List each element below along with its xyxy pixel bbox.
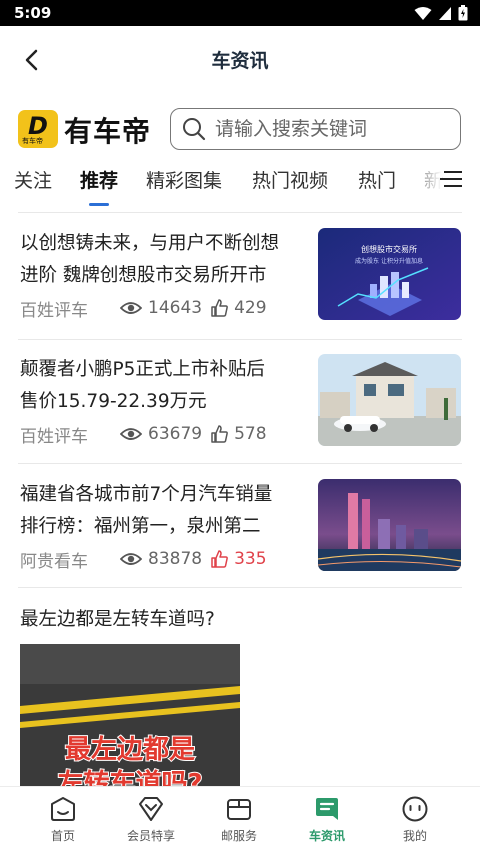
divider xyxy=(18,212,462,213)
stock-exchange-image: 创想股市交易所 成为股东 让积分升值加息 xyxy=(318,228,461,320)
profile-face-icon xyxy=(402,796,428,822)
tab-jingcai-tuji[interactable]: 精彩图集 xyxy=(146,166,222,193)
article-source: 百姓评车 xyxy=(20,426,88,447)
app-logo-icon: D 有车帝 xyxy=(18,110,58,148)
diamond-icon xyxy=(139,797,163,821)
thumbs-up-icon xyxy=(211,425,228,443)
nav-profile[interactable]: 我的 xyxy=(370,795,460,844)
divider xyxy=(18,463,462,464)
eye-icon xyxy=(120,302,142,314)
view-count: 63679 xyxy=(148,424,203,444)
battery-icon xyxy=(458,5,468,21)
status-time: 5:09 xyxy=(14,4,52,22)
city-night-image xyxy=(318,479,461,571)
car-house-image xyxy=(318,354,461,446)
svg-text:成为股东 让积分升值加息: 成为股东 让积分升值加息 xyxy=(355,257,423,265)
search-icon xyxy=(183,118,206,141)
svg-text:最左边都是: 最左边都是 xyxy=(65,735,195,765)
tab-remen-shipin[interactable]: 热门视频 xyxy=(252,166,328,193)
category-tabs: 关注 推荐 精彩图集 热门视频 热门 新 xyxy=(0,160,480,206)
signal-icon xyxy=(439,6,451,20)
brand-search-row: D 有车帝 有车帝 xyxy=(0,104,480,154)
article-thumbnail xyxy=(318,479,461,571)
search-input[interactable] xyxy=(215,115,450,143)
article-headline: 以创想铸未来，与用户不断创想 进阶 魏牌创想股市交易所开市 xyxy=(20,233,280,286)
article-meta: 百姓评车 63679 578 xyxy=(20,422,267,447)
tab-remen[interactable]: 热门 xyxy=(358,166,396,193)
eye-icon xyxy=(120,428,142,440)
search-box[interactable] xyxy=(170,108,461,150)
divider xyxy=(18,587,462,588)
status-bar: 5:09 xyxy=(0,0,480,26)
article-item[interactable]: 以创想铸未来，与用户不断创想 进阶 魏牌创想股市交易所开市 百姓评车 14643… xyxy=(0,228,480,352)
view-count: 14643 xyxy=(148,298,203,318)
article-thumbnail xyxy=(318,354,461,446)
video-thumbnail[interactable]: 最左边都是 左转车道吗? xyxy=(20,644,240,794)
nav-member[interactable]: 会员特享 xyxy=(106,795,196,844)
box-icon xyxy=(227,799,251,820)
like-count: 578 xyxy=(234,424,267,444)
tab-guanzhu[interactable]: 关注 xyxy=(14,166,52,193)
article-headline: 颠覆者小鹏P5正式上市补贴后 售价15.79-22.39万元 xyxy=(20,359,265,412)
like-count: 429 xyxy=(234,298,267,318)
eye-icon xyxy=(120,553,142,565)
top-nav-bar: 车资讯 xyxy=(0,26,480,92)
like-count: 335 xyxy=(234,549,267,569)
article-headline: 福建省各城市前7个月汽车销量 排行榜：福州第一，泉州第二 xyxy=(20,484,273,537)
active-tab-indicator xyxy=(89,203,109,206)
tab-tuijian[interactable]: 推荐 xyxy=(80,166,118,193)
svg-text:创想股市交易所: 创想股市交易所 xyxy=(361,244,417,254)
menu-icon[interactable] xyxy=(440,170,462,188)
page-title: 车资讯 xyxy=(211,50,269,72)
article-item[interactable]: 颠覆者小鹏P5正式上市补贴后 售价15.79-22.39万元 百姓评车 6367… xyxy=(0,354,480,478)
news-icon xyxy=(316,798,338,820)
article-source: 阿贵看车 xyxy=(20,551,88,572)
nav-postal-service[interactable]: 邮服务 xyxy=(194,795,284,844)
nav-home[interactable]: 首页 xyxy=(18,795,108,844)
home-icon xyxy=(51,797,75,821)
article-thumbnail: 创想股市交易所 成为股东 让积分升值加息 xyxy=(318,228,461,320)
thumbs-up-icon xyxy=(211,550,228,568)
view-count: 83878 xyxy=(148,549,203,569)
article-meta: 百姓评车 14643 429 xyxy=(20,296,267,321)
status-icons xyxy=(414,5,468,21)
nav-car-news[interactable]: 车资讯 xyxy=(282,795,372,844)
wifi-icon xyxy=(414,6,432,20)
bottom-nav: 首页 会员特享 邮服务 车资讯 我的 xyxy=(0,786,480,854)
thumbs-up-icon xyxy=(211,299,228,317)
divider xyxy=(18,339,462,340)
app-logo-text: 有车帝 xyxy=(64,115,152,148)
article-meta: 阿贵看车 83878 335 xyxy=(20,547,267,572)
article-headline: 最左边都是左转车道吗? xyxy=(20,609,215,630)
article-item[interactable]: 福建省各城市前7个月汽车销量 排行榜：福州第一，泉州第二 阿贵看车 83878 … xyxy=(0,479,480,603)
article-source: 百姓评车 xyxy=(20,300,88,321)
